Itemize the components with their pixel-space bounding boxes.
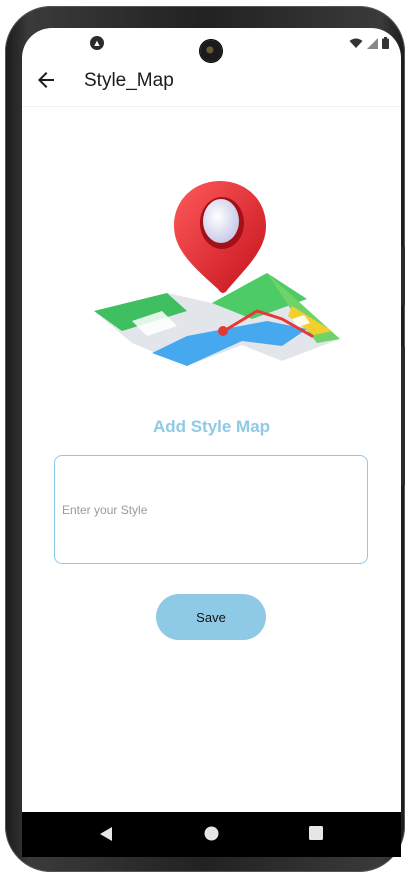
screen: ▲ Style_Map Add Style Map Enter your Sty… <box>22 28 401 857</box>
volume-button <box>401 246 405 306</box>
map-location-pin-illustration <box>94 181 340 366</box>
phone-frame: ▲ Style_Map Add Style Map Enter your Sty… <box>5 6 405 872</box>
signal-icon <box>367 37 378 49</box>
navigation-bar <box>22 812 401 857</box>
status-bar: ▲ <box>22 28 401 62</box>
status-icons <box>349 37 389 49</box>
power-button <box>401 346 405 486</box>
recents-square-icon[interactable] <box>309 826 323 840</box>
page-title: Style_Map <box>84 70 174 91</box>
home-circle-icon[interactable] <box>204 826 219 841</box>
section-title: Add Style Map <box>152 417 271 436</box>
back-triangle-icon[interactable] <box>99 826 113 842</box>
arrow-back-icon <box>38 72 54 88</box>
app-bar: Style_Map <box>22 58 401 107</box>
battery-icon <box>382 37 389 49</box>
app-notification-icon: ▲ <box>90 36 104 50</box>
save-button[interactable]: Save <box>156 594 266 640</box>
style-input[interactable] <box>54 455 368 564</box>
wifi-icon <box>349 38 363 48</box>
back-button[interactable] <box>34 68 58 92</box>
